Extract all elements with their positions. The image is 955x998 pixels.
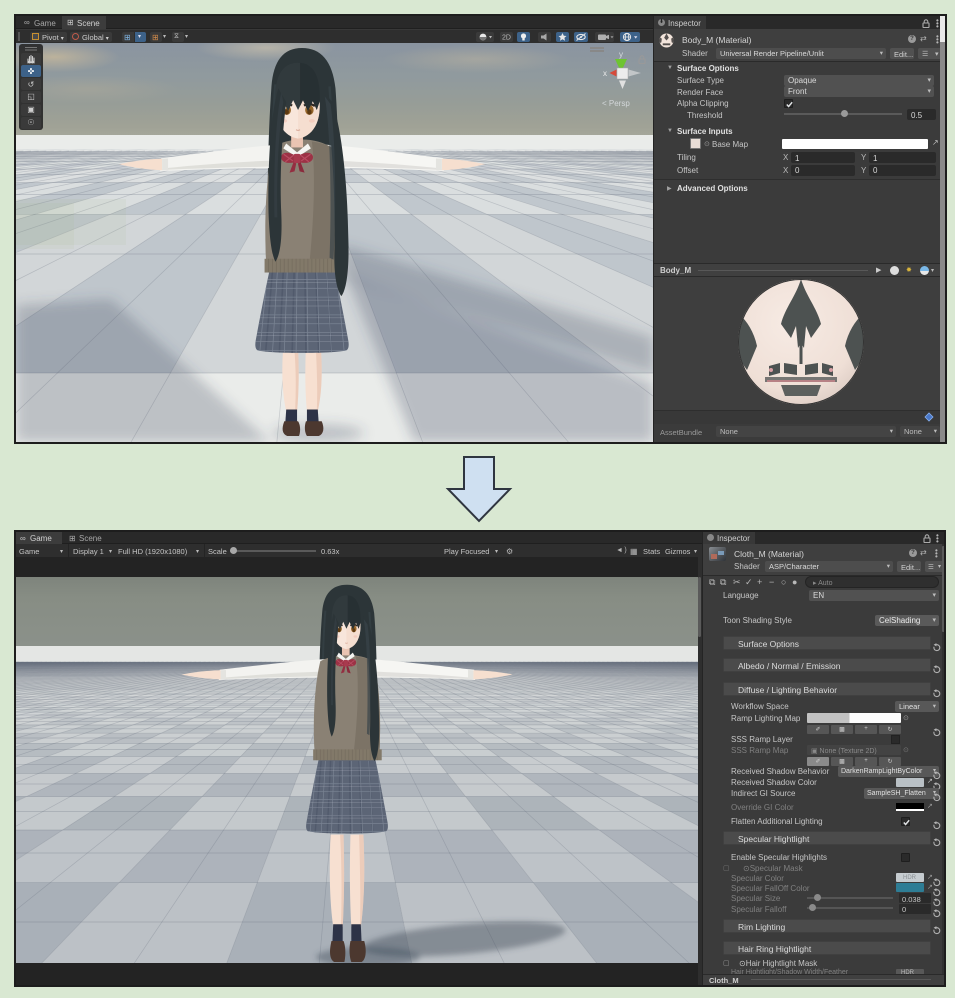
svg-text:2D: 2D bbox=[502, 35, 511, 42]
svg-text:y: y bbox=[619, 50, 623, 59]
svg-text:x: x bbox=[603, 69, 607, 78]
